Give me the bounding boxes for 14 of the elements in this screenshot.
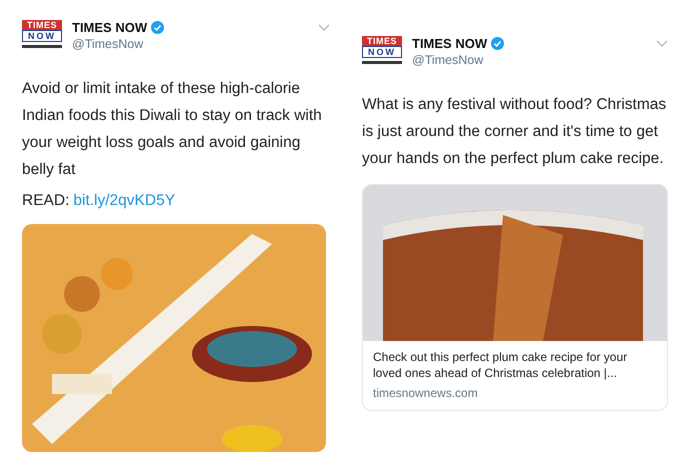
account-handle[interactable]: @TimesNow — [72, 37, 308, 51]
link-card[interactable]: Check out this perfect plum cake recipe for your loved ones ahead of Christmas celebration |... timesnownews.com — [362, 184, 668, 411]
chevron-down-icon[interactable] — [318, 24, 330, 32]
card-title: Check out this perfect plum cake recipe for your loved ones ahead of Christmas celebration |... — [373, 349, 628, 381]
account-name[interactable]: TIMES NOW — [412, 36, 488, 51]
card-domain: timesnownews.com — [373, 386, 479, 400]
chevron-down-icon[interactable] — [656, 40, 668, 48]
read-label: READ: — [22, 191, 70, 211]
tweet-text: Avoid or limit intake of these high-calorie Indian foods this Diwali to stay on track with your weight loss goals and avoid gaining belly fat — [22, 79, 323, 180]
account-handle[interactable]: @TimesNow — [412, 53, 646, 67]
account-name[interactable]: TIMES NOW — [72, 20, 148, 35]
channel-logo: TIMES NOW — [22, 20, 62, 50]
tweet-text: What is any festival without food? Christmas is just around the corner and it's time to get your hands on the perfect plum cake recipe. — [362, 95, 668, 169]
channel-logo: TIMES NOW — [362, 36, 402, 66]
